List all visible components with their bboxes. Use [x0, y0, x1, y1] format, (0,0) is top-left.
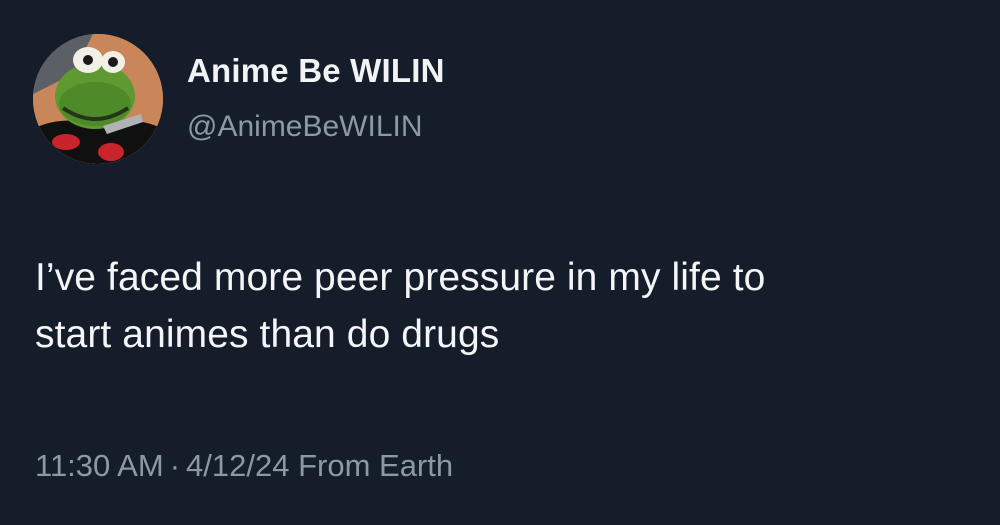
- tweet-date[interactable]: 4/12/24: [186, 448, 289, 483]
- author-handle[interactable]: @AnimeBeWILIN: [187, 110, 423, 144]
- tweet-text-line-2: start animes than do drugs: [35, 313, 500, 356]
- tweet-source: From Earth: [298, 448, 454, 483]
- avatar[interactable]: [33, 34, 163, 164]
- tweet-time[interactable]: 11:30 AM: [35, 448, 164, 483]
- author-display-name[interactable]: Anime Be WILIN: [187, 52, 445, 90]
- kermit-avatar-icon: [33, 34, 163, 164]
- tweet-card: Anime Be WILIN @AnimeBeWILIN I’ve faced …: [0, 0, 1000, 525]
- tweet-text: I’ve faced more peer pressure in my life…: [35, 249, 975, 363]
- tweet-meta: 11:30 AM · 4/12/24 From Earth: [35, 448, 453, 484]
- tweet-text-line-1: I’ve faced more peer pressure in my life…: [35, 256, 766, 299]
- meta-separator: ·: [169, 448, 181, 483]
